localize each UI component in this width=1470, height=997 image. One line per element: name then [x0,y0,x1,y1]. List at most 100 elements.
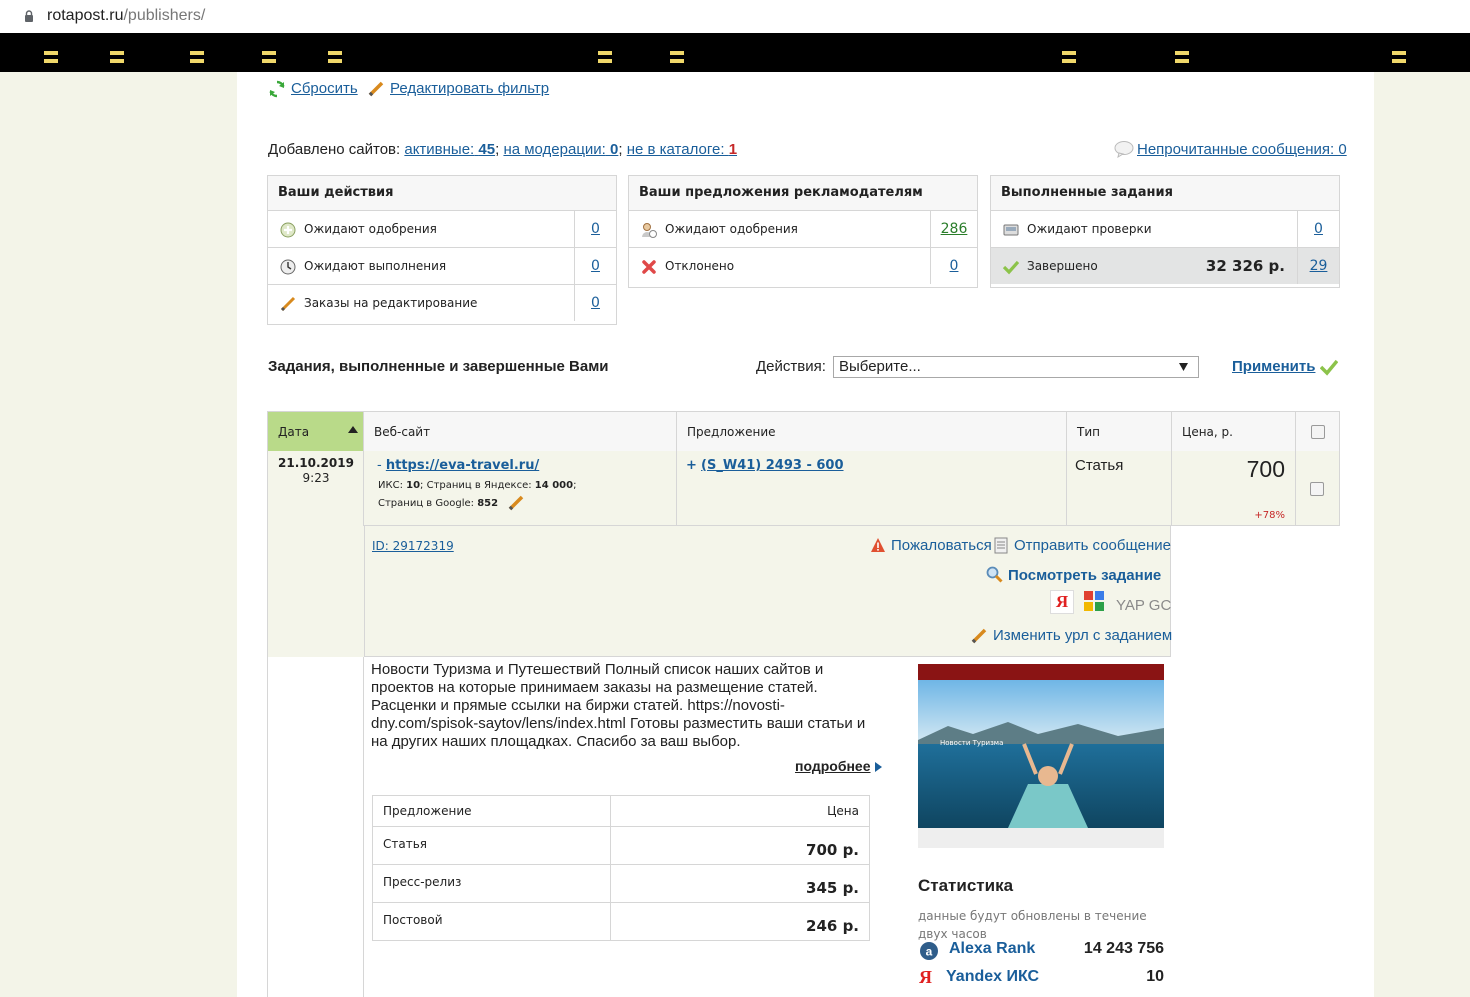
nav-marker [262,51,276,55]
column-header-offer: Предложение [677,412,1067,452]
site-description: Новости Туризма и Путешествий Полный спи… [371,661,866,750]
offers-header-price: Цена [827,804,859,818]
row-count-link[interactable]: 0 [1297,211,1339,247]
action-row: Ожидают выполнения 0 [268,248,616,285]
user-wait-icon [642,223,657,238]
tasks-table-header: Дата Веб-сайт Предложение Тип Цена, р. [267,411,1340,452]
browser-address-bar[interactable]: rotapost.ru/publishers/ [0,0,1470,34]
not-in-catalog-link[interactable]: не в каталоге: 1 [627,141,737,158]
apply-button[interactable]: Применить [1232,358,1315,375]
actions-label: Действия: [756,358,826,375]
divider [610,796,611,826]
row-date: 21.10.2019 [278,456,354,470]
alexa-rank-link[interactable]: Alexa Rank [949,940,1035,958]
more-link[interactable]: подробнее [795,758,871,774]
row-checkbox[interactable] [1310,482,1324,496]
pencil-icon[interactable] [507,494,525,512]
active-sites-link[interactable]: активные: 45 [404,141,495,158]
clock-icon [280,259,296,275]
stats-title: Статистика [918,876,1014,895]
row-count-link[interactable]: 0 [574,248,616,284]
nav-marker [670,51,684,55]
site-url-link[interactable]: https://eva-travel.ru/ [386,458,539,473]
yandex-iks-link[interactable]: Yandex ИКС [946,968,1039,986]
offers-table-row: Пресс-релиз 345 р. [373,865,869,903]
unread-messages-link[interactable]: Непрочитанные сообщения: 0 [1137,141,1347,158]
row-count-link[interactable]: 0 [574,285,616,321]
alexa-icon: a [920,942,938,960]
column-header-site: Веб-сайт [364,412,677,452]
pencil-icon [280,296,296,312]
offer-price: 700 р. [806,841,859,859]
reset-filter-link[interactable]: Сбросить [291,80,358,97]
complain-link[interactable]: Пожаловаться [891,537,992,554]
select-value: Выберите... [839,358,921,375]
pencil-icon [971,628,987,644]
select-all-checkbox[interactable] [1311,425,1325,439]
offer-name: Пресс-релиз [383,875,462,889]
warning-icon [871,538,885,552]
row-count-link[interactable]: 29 [1297,248,1339,284]
nav-marker [110,59,124,63]
yandex-icon: Я [919,967,932,987]
row-time: 9:23 [302,471,330,485]
divider [1295,451,1296,526]
nav-marker [598,59,612,63]
actions-select[interactable]: Выберите... [833,356,1199,378]
offers-table-row: Постовой 246 р. [373,903,869,940]
site-screenshot[interactable]: Новости Туризма [918,664,1164,848]
nav-marker [44,59,58,63]
row-count-link[interactable]: 286 [930,211,977,247]
action-row: Ожидают одобрения 0 [268,211,616,248]
change-url-link[interactable]: Изменить урл с заданием [993,627,1172,644]
send-message-link[interactable]: Отправить сообщение [1014,537,1171,554]
inspect-icon [1003,224,1019,236]
offers-table: Предложение Цена Статья 700 р. Пресс-рел… [372,795,870,941]
offers-table-row: Статья 700 р. [373,827,869,865]
row-count-link[interactable]: 0 [574,211,616,247]
column-header-price: Цена, р. [1172,412,1296,452]
edit-filter-link[interactable]: Редактировать фильтр [390,80,549,97]
divider [363,657,364,997]
completed-amount: 32 326 р. [1205,257,1285,275]
moderation-sites-link[interactable]: на модерации: 0 [503,141,618,158]
sites-prefix: Добавлено сайтов: [268,141,401,158]
google-icon[interactable] [1083,590,1105,612]
row-label: Ожидают проверки [1027,222,1152,236]
offer-name: Статья [383,837,428,851]
column-header-date[interactable]: Дата [268,412,364,452]
box-title: Ваши предложения рекламодателям [629,176,977,211]
row-label: Ожидают выполнения [304,259,447,273]
divider [610,903,611,940]
row-type: Статья [1075,457,1124,474]
offers-table-header: Предложение Цена [373,796,869,827]
view-task-link[interactable]: Посмотреть задание [1008,567,1161,584]
row-count-link[interactable]: 0 [930,248,977,284]
task-id-link[interactable]: ID: 29172319 [372,539,454,553]
nav-marker [670,59,684,63]
price-change: +78% [1254,510,1285,521]
nav-marker [1392,51,1406,55]
url-text: rotapost.ru/publishers/ [47,7,205,25]
lock-icon [25,10,33,22]
completed-row: Завершено 32 326 р. 29 [991,248,1339,284]
row-label: Отклонено [665,259,735,273]
offer-price: 345 р. [806,879,859,897]
svg-text:a: a [926,945,933,959]
chevron-right-icon [875,762,882,772]
yap-gc-label: YAP GC [1116,597,1172,614]
row-label: Ожидают одобрения [304,222,437,236]
nav-marker [110,51,124,55]
offer-name: Постовой [383,913,443,927]
speech-bubble-icon [1114,141,1134,158]
offers-header-name: Предложение [383,804,472,818]
completed-row: Ожидают проверки 0 [991,211,1339,248]
row-label: Заказы на редактирование [304,296,478,310]
yandex-icon[interactable]: Я [1050,590,1074,614]
alexa-rank-value: 14 243 756 [1083,940,1164,957]
nav-marker [328,59,342,63]
check-icon [1320,359,1338,376]
offer-link[interactable]: (S_W41) 2493 - 600 [701,458,843,473]
offer-link-line: + (S_W41) 2493 - 600 [686,458,844,473]
divider [267,657,268,997]
